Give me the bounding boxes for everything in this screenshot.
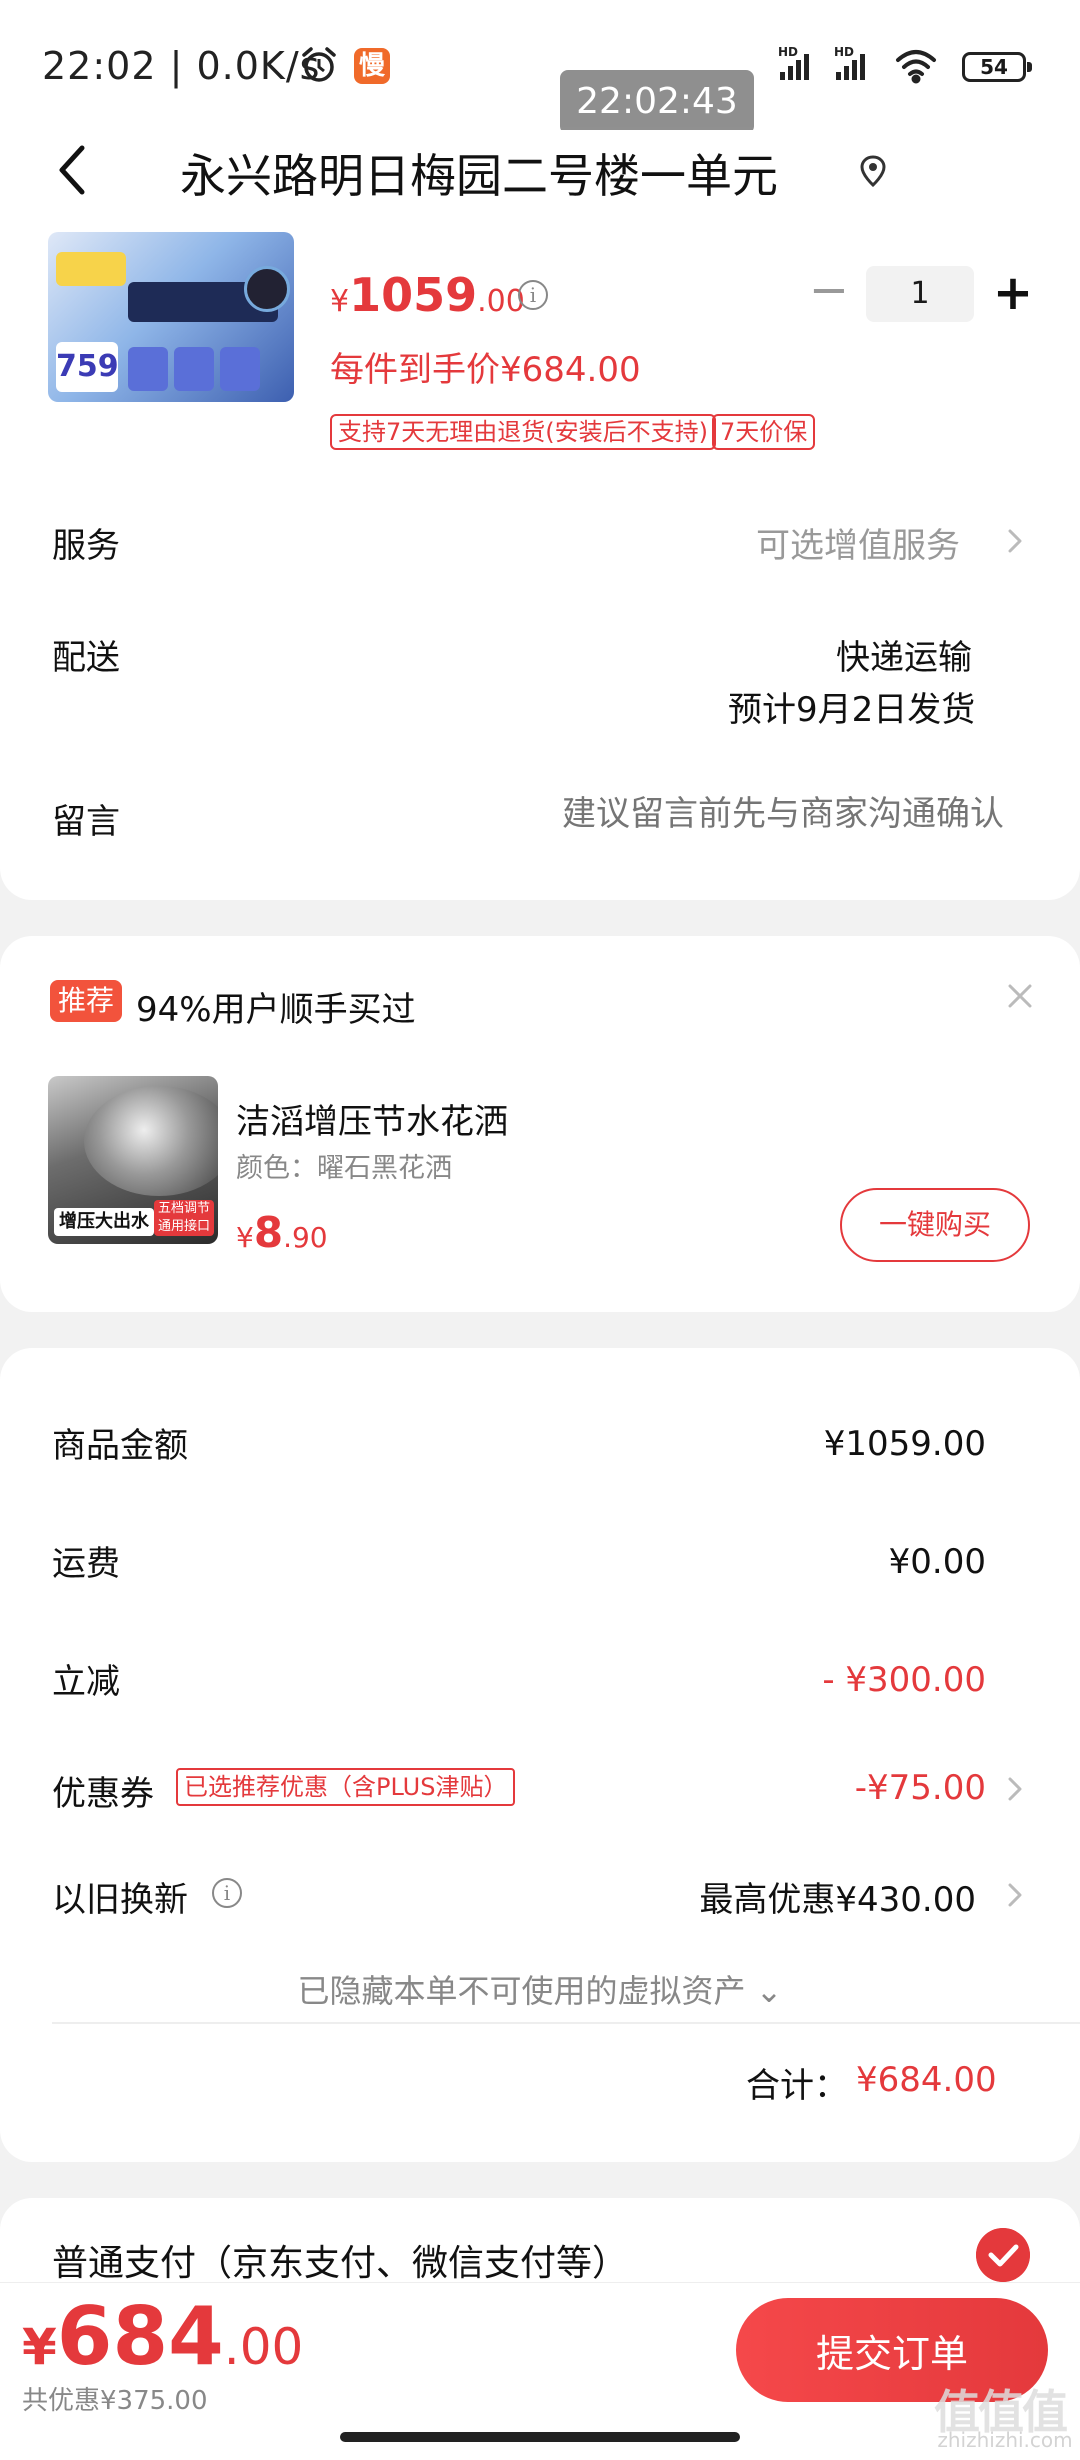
recommend-item-name[interactable]: 洁滔增压节水花洒 xyxy=(236,1094,508,1143)
price-protect-tag: 7天价保 xyxy=(712,414,816,450)
product-price: ¥1059.00 xyxy=(330,268,525,322)
product-image-tag xyxy=(56,252,126,286)
total-label: 合计： xyxy=(746,2066,848,2106)
freight-label: 运费 xyxy=(52,1544,120,1584)
price-currency: ¥ xyxy=(330,284,350,319)
product-image-tile xyxy=(220,347,260,391)
check-circle-icon[interactable] xyxy=(976,2228,1030,2282)
order-summary-card xyxy=(0,1348,1080,2162)
freight-value: ¥0.00 xyxy=(888,1542,986,1582)
recommend-badge: 推荐 xyxy=(50,980,123,1022)
tradein-label: 以旧换新 xyxy=(52,1880,188,1920)
coupon-label: 优惠券 xyxy=(52,1774,154,1814)
divider xyxy=(52,2022,1080,2024)
home-indicator[interactable] xyxy=(340,2432,740,2442)
chevron-right-icon[interactable] xyxy=(1004,1772,1026,1806)
note-input[interactable] xyxy=(528,794,1004,834)
recommend-image-label-2: 五档调节 通用接口 xyxy=(154,1200,214,1236)
tradein-value[interactable]: 最高优惠¥430.00 xyxy=(699,1872,976,1921)
shipping-date: 预计9月2日发货 xyxy=(728,690,976,730)
price-currency: ¥ xyxy=(236,1221,254,1254)
checkout-price: ¥684.00 xyxy=(22,2290,303,2383)
recommend-image-label: 增压大出水 xyxy=(54,1208,154,1236)
discount-value: - ¥300.00 xyxy=(822,1660,986,1700)
time-overlay: 22:02:43 xyxy=(560,70,754,134)
hidden-assets-toggle[interactable]: 已隐藏本单不可使用的虚拟资产 ⌄ xyxy=(0,1966,1080,2012)
recommend-item-price: ¥8.90 xyxy=(236,1208,328,1257)
product-image-tile xyxy=(174,347,214,391)
hd-signal-icon: HD xyxy=(834,45,865,80)
shipping-label: 配送 xyxy=(52,638,120,678)
watermark-logo: 值值值 zhizhizhi.com xyxy=(930,2370,1080,2460)
product-image-dial xyxy=(244,266,290,312)
status-separator: | xyxy=(156,44,197,88)
price-currency: ¥ xyxy=(22,2318,57,2376)
price-info-icon[interactable]: i xyxy=(518,280,548,310)
product-image-tile xyxy=(128,347,168,391)
location-pin-icon[interactable] xyxy=(858,154,888,188)
app-notification-icon: 慢 xyxy=(354,48,390,84)
shower-head-shape xyxy=(84,1086,218,1196)
discount-label: 立减 xyxy=(52,1662,120,1702)
back-arrow-icon[interactable] xyxy=(52,140,92,200)
payment-method-label[interactable]: 普通支付（京东支付、微信支付等） xyxy=(52,2234,628,2286)
coupon-value[interactable]: -¥75.00 xyxy=(855,1768,986,1808)
goods-amount-value: ¥1059.00 xyxy=(823,1424,986,1464)
tradein-info-icon[interactable]: i xyxy=(212,1878,242,1908)
price-decimal: .00 xyxy=(477,284,525,319)
svg-text:HD: HD xyxy=(834,45,854,59)
service-label: 服务 xyxy=(52,526,120,566)
coupon-tag[interactable]: 已选推荐优惠（含PLUS津贴） xyxy=(176,1768,516,1806)
unit-final-price: 每件到手价¥684.00 xyxy=(330,350,641,390)
total-saved: 共优惠¥375.00 xyxy=(22,2386,208,2416)
price-integer: 8 xyxy=(253,1208,284,1257)
chevron-right-icon[interactable] xyxy=(1004,524,1026,558)
shipping-method: 快递运输 xyxy=(836,638,972,678)
svg-text:HD: HD xyxy=(778,45,798,59)
note-label: 留言 xyxy=(52,802,120,842)
recommend-item-color: 颜色：曜石黑花洒 xyxy=(236,1153,452,1184)
price-integer: 684 xyxy=(56,2290,224,2383)
product-image[interactable]: 759 xyxy=(48,232,294,402)
recommend-item-image[interactable]: 增压大出水 五档调节 通用接口 xyxy=(48,1076,218,1244)
price-decimal: .90 xyxy=(283,1221,328,1254)
price-integer: 1059 xyxy=(349,268,478,322)
return-policy-tag: 支持7天无理由退货(安装后不支持) xyxy=(330,414,716,450)
alarm-icon xyxy=(302,47,336,82)
close-icon[interactable] xyxy=(1004,980,1036,1012)
quantity-field[interactable]: 1 xyxy=(866,266,974,322)
battery-icon: 54 xyxy=(962,52,1032,82)
one-click-buy-button[interactable]: 一键购买 xyxy=(840,1188,1030,1262)
status-time: 22:02 xyxy=(42,44,157,88)
recommend-text: 94%用户顺手买过 xyxy=(136,990,416,1030)
hd-signal-icon: HD xyxy=(778,45,809,80)
watermark-site: zhizhizhi.com xyxy=(937,2428,1073,2452)
status-bar-time-speed: 22:02 | 0.0K/s xyxy=(42,44,320,88)
product-image-badge: 759 xyxy=(56,342,119,392)
price-decimal: .00 xyxy=(223,2318,304,2376)
wifi-icon xyxy=(896,50,936,84)
service-value[interactable]: 可选增值服务 xyxy=(756,518,960,567)
quantity-increase-button[interactable]: + xyxy=(990,268,1036,318)
quantity-decrease-button[interactable]: − xyxy=(806,266,852,314)
chevron-right-icon[interactable] xyxy=(1004,1878,1026,1912)
address-title[interactable]: 永兴路明日梅园二号楼一单元 xyxy=(180,140,778,206)
total-value: ¥684.00 xyxy=(856,2060,997,2100)
goods-amount-label: 商品金额 xyxy=(52,1426,188,1466)
